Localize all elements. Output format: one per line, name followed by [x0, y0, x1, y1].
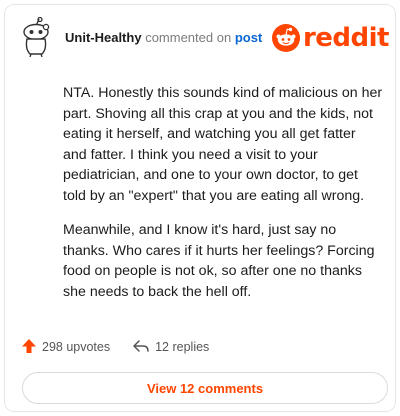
post-link[interactable]: post [235, 30, 262, 45]
reply-count: 12 replies [155, 340, 210, 354]
upvote-arrow-icon [21, 338, 42, 357]
upvote-button[interactable]: 298 upvotes [21, 338, 110, 357]
reddit-logo[interactable]: reddit [271, 23, 390, 53]
reply-button[interactable]: 12 replies [132, 338, 209, 357]
snoo-avatar-icon[interactable] [19, 16, 55, 58]
username-link[interactable]: Unit-Healthy [65, 30, 142, 45]
reddit-snoo-icon [271, 24, 300, 52]
upvote-count: 298 upvotes [42, 340, 111, 354]
reply-arrow-icon [132, 338, 155, 357]
action-text: commented on [145, 30, 232, 45]
comment-paragraph: NTA. Honestly this sounds kind of malici… [63, 85, 383, 204]
comment-card: Unit-Healthy commented on post reddit NT… [4, 4, 396, 412]
comment-actions: 298 upvotes 12 replies [21, 337, 231, 357]
comment-paragraph: Meanwhile, and I know it's hard, just sa… [63, 222, 375, 300]
comment-meta: Unit-Healthy commented on post [65, 30, 262, 46]
comment-body: NTA. Honestly this sounds kind of malici… [63, 83, 383, 316]
view-comments-button[interactable]: View 12 comments [22, 372, 388, 404]
brand-wordmark: reddit [302, 23, 390, 53]
comment-header: Unit-Healthy commented on post reddit [19, 16, 390, 58]
